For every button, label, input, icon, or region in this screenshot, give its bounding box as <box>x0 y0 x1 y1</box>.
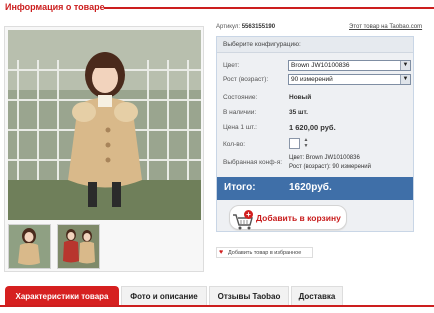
heart-icon: ♥ <box>219 249 224 256</box>
selected-size: Рост (возраст): 90 измерений <box>289 164 371 170</box>
article-value: 5563155190 <box>241 24 276 30</box>
add-to-cart-label: Добавить в корзину <box>256 213 341 223</box>
add-to-favorites-button[interactable]: ♥ Добавить товар в избранное <box>216 247 313 258</box>
thumbnail-2[interactable] <box>57 224 100 269</box>
main-product-photo[interactable] <box>8 30 201 220</box>
condition-label: Состояние: <box>223 94 258 101</box>
condition-value: Новый <box>289 94 312 101</box>
product-gallery <box>4 26 204 272</box>
color-label: Цвет: <box>223 62 240 69</box>
add-to-cart-button[interactable]: + Добавить в корзину <box>229 205 347 230</box>
add-to-favorites-label: Добавить товар в избранное <box>228 250 302 256</box>
selected-color: Цвет: Brown JW10100836 <box>289 155 360 161</box>
stock-value: 35 шт. <box>289 109 308 116</box>
color-select-value: Brown JW10100836 <box>291 62 350 69</box>
tabs-divider <box>0 305 434 307</box>
total-bar: Итого: 1620руб. <box>217 177 413 200</box>
tab-delivery[interactable]: Доставка <box>291 286 343 306</box>
product-tabs: Характеристики товара Фото и описание От… <box>0 285 434 307</box>
quantity-input[interactable] <box>289 138 300 149</box>
total-label: Итого: <box>224 182 256 193</box>
selected-config-label: Выбранная конф-я: <box>223 159 283 166</box>
config-heading-bar: Выберите конфигурацию: <box>217 37 413 53</box>
article-label: Артикул: <box>216 24 241 30</box>
quantity-stepper[interactable]: ▲ ▼ <box>302 137 310 150</box>
stepper-down-icon[interactable]: ▼ <box>302 143 310 149</box>
size-label: Рост (возраст): <box>223 76 269 83</box>
header-divider <box>104 7 434 9</box>
size-select[interactable]: 90 измерений ▼ <box>288 74 411 85</box>
chevron-down-icon: ▼ <box>400 75 410 84</box>
stock-label: В наличии: <box>223 109 257 116</box>
qty-label: Кол-во: <box>223 141 246 148</box>
total-value: 1620руб. <box>289 182 332 193</box>
size-select-value: 90 измерений <box>291 76 333 83</box>
chevron-down-icon: ▼ <box>400 61 410 70</box>
tab-characteristics[interactable]: Характеристики товара <box>5 286 119 306</box>
thumbnail-1[interactable] <box>8 224 51 269</box>
tab-photo-description[interactable]: Фото и описание <box>121 286 207 306</box>
tab-taobao-reviews[interactable]: Отзывы Taobao <box>209 286 289 306</box>
config-panel: Выберите конфигурацию: Цвет: Brown JW101… <box>216 36 414 232</box>
section-header: Информация о товаре <box>0 0 434 20</box>
price-label: Цена 1 шт.: <box>223 124 257 131</box>
section-title: Информация о товаре <box>5 2 105 12</box>
plus-icon: + <box>244 210 253 219</box>
color-select[interactable]: Brown JW10100836 ▼ <box>288 60 411 71</box>
price-value: 1 620,00 руб. <box>289 123 336 132</box>
config-heading: Выберите конфигурацию: <box>223 41 301 48</box>
taobao-link[interactable]: Этот товар на Taobao.com <box>349 24 422 30</box>
article-number: Артикул: 5563155190 <box>216 24 275 30</box>
